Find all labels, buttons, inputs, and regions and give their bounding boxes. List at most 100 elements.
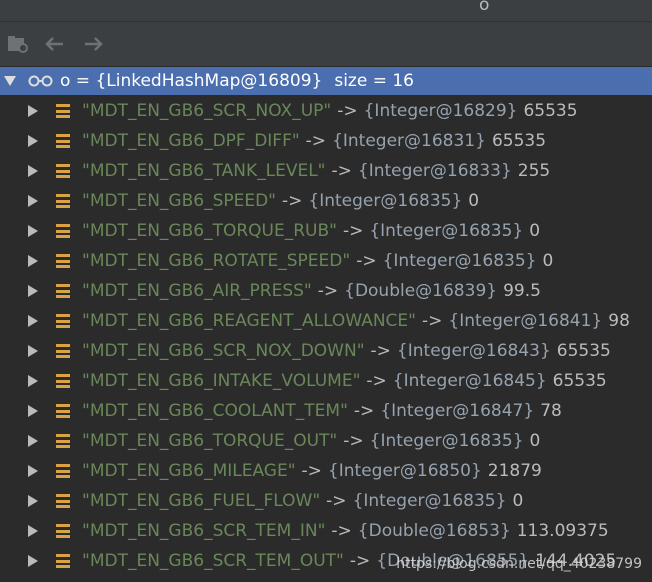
- entry-value: 0: [512, 491, 524, 511]
- expand-arrow-icon[interactable]: [28, 345, 38, 357]
- entry-key: "MDT_EN_GB6_ROTATE_SPEED": [82, 251, 351, 271]
- map-entry-row[interactable]: "MDT_EN_GB6_TORQUE_RUB" -> {Integer@16835}…: [0, 216, 652, 246]
- entry-type: {Integer@16831}: [332, 131, 486, 151]
- entry-arrow: ->: [349, 551, 371, 571]
- entry-value: 0: [468, 191, 480, 211]
- entry-key: "MDT_EN_GB6_SCR_TEM_OUT": [82, 551, 344, 571]
- map-entry-row[interactable]: "MDT_EN_GB6_SCR_TEM_IN" -> {Double@16853} 1…: [0, 516, 652, 546]
- entry-arrow: ->: [317, 281, 339, 301]
- entry-type: {Integer@16829}: [363, 101, 518, 121]
- map-entry-row[interactable]: "MDT_EN_GB6_REAGENT_ALLOWANCE" -> {Integer…: [0, 306, 652, 336]
- map-entry-icon: [56, 314, 70, 328]
- entry-type: {Integer@16847}: [380, 401, 535, 421]
- entry-value: 98: [608, 311, 630, 331]
- map-entry-icon: [56, 374, 70, 388]
- entry-value: 0: [529, 431, 541, 451]
- entry-key: "MDT_EN_GB6_TORQUE_RUB": [82, 221, 337, 241]
- forward-button[interactable]: [80, 30, 108, 58]
- forward-arrow-icon: [85, 37, 103, 51]
- entry-value: 65535: [491, 131, 547, 151]
- entry-value: 65535: [552, 371, 607, 391]
- entry-value: 78: [540, 401, 562, 421]
- entry-value: 113.09375: [516, 521, 609, 541]
- map-entry-row[interactable]: "MDT_EN_GB6_FUEL_FLOW" -> {Integer@16835} 0: [0, 486, 652, 516]
- title-bar: o: [0, 0, 652, 22]
- entry-key: "MDT_EN_GB6_SCR_NOX_DOWN": [82, 341, 365, 361]
- expand-arrow-icon[interactable]: [28, 555, 38, 567]
- entry-arrow: ->: [331, 521, 352, 541]
- entry-type: {Integer@16833}: [357, 161, 512, 181]
- entry-arrow: ->: [356, 251, 377, 271]
- expand-arrow-icon[interactable]: [28, 285, 38, 297]
- entry-key: "MDT_EN_GB6_DPF_DIFF": [82, 131, 300, 151]
- map-entry-row[interactable]: "MDT_EN_GB6_MILEAGE" -> {Integer@16850} 218…: [0, 456, 652, 486]
- root-node-map[interactable]: o = {LinkedHashMap@16809} size = 16: [0, 67, 652, 95]
- variables-tree[interactable]: o = {LinkedHashMap@16809} size = 16 "MDT…: [0, 66, 652, 582]
- map-entry-icon: [56, 434, 70, 448]
- entry-type: {Integer@16841}: [448, 311, 603, 331]
- entry-key: "MDT_EN_GB6_INTAKE_VOLUME": [82, 371, 361, 391]
- map-entry-row[interactable]: "MDT_EN_GB6_INTAKE_VOLUME" -> {Integer@168…: [0, 366, 652, 396]
- root-node-size: size = 16: [334, 71, 414, 91]
- entry-type: {Integer@16835}: [369, 221, 524, 241]
- entry-arrow: ->: [337, 101, 358, 121]
- map-entry-row[interactable]: "MDT_EN_GB6_TANK_LEVEL" -> {Integer@16833}…: [0, 156, 652, 186]
- expand-arrow-icon[interactable]: [28, 435, 38, 447]
- map-entry-icon: [56, 194, 70, 208]
- entry-arrow: ->: [421, 311, 443, 331]
- collapse-arrow-icon[interactable]: [4, 76, 16, 86]
- entry-key: "MDT_EN_GB6_TANK_LEVEL": [82, 161, 326, 181]
- map-entry-icon: [56, 164, 70, 178]
- expand-arrow-icon[interactable]: [28, 255, 38, 267]
- map-entry-icon: [56, 464, 70, 478]
- map-entry-row[interactable]: "MDT_EN_GB6_COOLANT_TEM" -> {Integer@16847…: [0, 396, 652, 426]
- frames-icon: [8, 36, 28, 53]
- map-entry-row[interactable]: "MDT_EN_GB6_SCR_NOX_DOWN" -> {Integer@1684…: [0, 336, 652, 366]
- entry-key: "MDT_EN_GB6_COOLANT_TEM": [82, 401, 348, 421]
- back-button[interactable]: [40, 30, 68, 58]
- entry-arrow: ->: [326, 491, 347, 511]
- map-entry-row[interactable]: "MDT_EN_GB6_TORQUE_OUT" -> {Integer@16835}…: [0, 426, 652, 456]
- expand-arrow-icon[interactable]: [28, 105, 38, 117]
- map-entry-icon: [56, 254, 70, 268]
- map-entry-row[interactable]: "MDT_EN_GB6_SCR_NOX_UP" -> {Integer@16829}…: [0, 96, 652, 126]
- entry-value: 0: [529, 221, 541, 241]
- expand-arrow-icon[interactable]: [28, 405, 38, 417]
- entry-type: {Integer@16835}: [369, 431, 524, 451]
- expand-arrow-icon[interactable]: [28, 315, 38, 327]
- expand-arrow-icon[interactable]: [28, 525, 38, 537]
- entry-type: {Integer@16843}: [396, 341, 551, 361]
- entry-arrow: ->: [305, 131, 327, 151]
- frames-button[interactable]: [4, 30, 32, 58]
- map-entry-row[interactable]: "MDT_EN_GB6_DPF_DIFF" -> {Integer@16831} 65…: [0, 126, 652, 156]
- expand-arrow-icon[interactable]: [28, 135, 38, 147]
- entry-value: 0: [542, 251, 554, 271]
- expand-arrow-icon[interactable]: [28, 495, 38, 507]
- entry-value: 65535: [523, 101, 578, 121]
- expand-arrow-icon[interactable]: [28, 165, 38, 177]
- entry-type: {Integer@16850}: [327, 461, 482, 481]
- watch-glasses-icon: [28, 75, 54, 87]
- map-entry-icon: [56, 524, 70, 538]
- entry-type: {Integer@16845}: [392, 371, 547, 391]
- entry-arrow: ->: [343, 431, 364, 451]
- entry-key: "MDT_EN_GB6_REAGENT_ALLOWANCE": [82, 311, 416, 331]
- map-entry-icon: [56, 344, 70, 358]
- entry-key: "MDT_EN_GB6_SCR_NOX_UP": [82, 101, 332, 121]
- entry-key: "MDT_EN_GB6_MILEAGE": [82, 461, 296, 481]
- map-entry-row[interactable]: "MDT_EN_GB6_ROTATE_SPEED" -> {Integer@1683…: [0, 246, 652, 276]
- entry-type: {Integer@16835}: [382, 251, 537, 271]
- expand-arrow-icon[interactable]: [28, 375, 38, 387]
- map-entry-icon: [56, 104, 70, 118]
- map-entry-row[interactable]: "MDT_EN_GB6_SPEED" -> {Integer@16835} 0: [0, 186, 652, 216]
- entry-arrow: ->: [282, 191, 303, 211]
- entry-key: "MDT_EN_GB6_SCR_TEM_IN": [82, 521, 326, 541]
- debugger-toolbar: [0, 22, 652, 66]
- expand-arrow-icon[interactable]: [28, 465, 38, 477]
- expand-arrow-icon[interactable]: [28, 225, 38, 237]
- map-entry-icon: [56, 494, 70, 508]
- expand-arrow-icon[interactable]: [28, 195, 38, 207]
- map-entry-icon: [56, 554, 70, 568]
- entry-type: {Double@16839}: [344, 281, 498, 301]
- map-entry-row[interactable]: "MDT_EN_GB6_AIR_PRESS" -> {Double@16839} 99…: [0, 276, 652, 306]
